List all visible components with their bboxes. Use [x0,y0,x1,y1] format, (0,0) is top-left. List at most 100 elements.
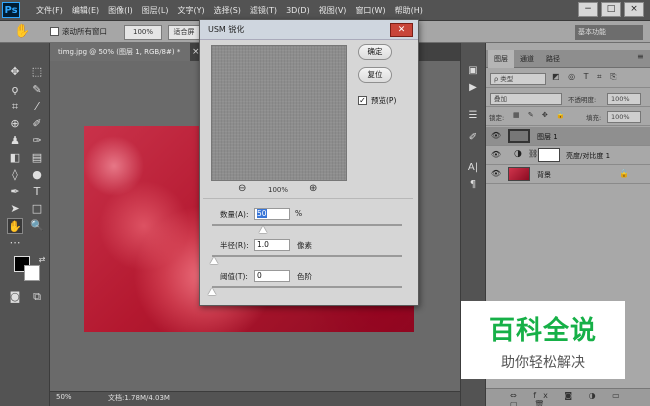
menu-edit[interactable]: 编辑(E) [68,0,104,21]
paragraph-panel-icon[interactable]: ¶ [464,177,482,193]
radius-input[interactable]: 1.0 [254,239,290,251]
eye-icon[interactable]: 👁 [490,131,502,140]
history-brush-tool-icon[interactable]: ✑ [29,133,45,149]
actions-panel-icon[interactable]: ▶ [464,80,482,96]
blend-mode-select[interactable]: 叠加 [490,93,562,105]
menu-image[interactable]: 图像(I) [104,0,138,21]
watermark-title: 百科全说 [488,316,597,346]
fit-screen-button[interactable]: 适合屏 [168,25,200,40]
pen-tool-icon[interactable]: ✒ [7,184,23,200]
layer-name[interactable]: 亮度/对比度 1 [566,151,610,161]
scroll-all-windows-checkbox[interactable] [50,27,59,36]
hand-tool-icon[interactable]: ✋ [14,24,30,39]
amount-input[interactable]: 50 [254,208,290,220]
character-panel-icon[interactable]: A| [464,160,482,176]
filter-preview[interactable] [211,45,347,181]
move-tool-icon[interactable]: ✥ [7,64,23,80]
document-size-status: 文档:1.78M/4.03M [108,394,170,402]
zoom-level-status[interactable]: 50% [56,393,72,401]
tab-channels[interactable]: 通道 [514,50,540,68]
history-panel-icon[interactable]: ▣ [464,63,482,79]
swap-colors-icon[interactable]: ⇄ [34,252,50,268]
menu-view[interactable]: 视图(V) [315,0,352,21]
document-tab-title: timg.jpg @ 50% (图层 1, RGB/8#) * [58,48,181,56]
menu-filter[interactable]: 滤镜(T) [246,0,282,21]
fill-input[interactable]: 100% [607,111,641,123]
layer-kind-filter[interactable]: ρ 类型 [490,73,546,85]
zoom-out-icon[interactable]: ⊖ [238,183,246,194]
eyedropper-tool-icon[interactable]: ⁄ [29,99,45,115]
lock-icon: 🔒 [619,169,629,178]
screen-mode-icon[interactable]: ⧉ [29,289,45,305]
radius-slider-track[interactable] [212,255,402,257]
workspace-select[interactable]: 基本功能 [575,25,643,40]
adjustment-layer-icon: ◑ [514,149,522,159]
close-window-button[interactable]: × [624,2,644,17]
type-tool-icon[interactable]: T [29,184,45,200]
preview-label: 预览(P) [371,96,397,105]
layer-name[interactable]: 图层 1 [537,132,558,142]
layer-footer-icons[interactable]: ⇔ fx ◙ ◑ ▭ ▢ 🗑 [510,391,650,406]
radius-slider-thumb[interactable] [209,257,218,264]
healing-brush-tool-icon[interactable]: ⊕ [7,116,23,132]
menu-help[interactable]: 帮助(H) [391,0,428,21]
document-tab[interactable]: timg.jpg @ 50% (图层 1, RGB/8#) * [50,43,190,61]
opacity-input[interactable]: 100% [607,93,641,105]
amount-value: 50 [257,209,267,218]
layer-thumbnail [508,129,530,143]
menu-3d[interactable]: 3D(D) [282,0,315,21]
rectangle-tool-icon[interactable]: □ [29,201,45,217]
amount-slider-thumb[interactable] [259,226,268,233]
layer-filter-icons[interactable]: ◩ ◎ T ⌗ ⎘ [552,72,620,82]
quick-mask-icon[interactable]: ◙ [7,289,23,305]
minimize-button[interactable]: − [578,2,598,17]
eye-icon[interactable]: 👁 [490,150,502,159]
lasso-tool-icon[interactable]: ϙ [7,82,23,98]
quick-select-tool-icon[interactable]: ✎ [29,82,45,98]
preview-checkbox[interactable]: ✓ [358,96,367,105]
menu-select[interactable]: 选择(S) [210,0,246,21]
menu-type[interactable]: 文字(Y) [173,0,209,21]
menu-file[interactable]: 文件(F) [32,0,68,21]
lock-icons[interactable]: ▦ ✎ ✥ 🔒 [513,111,568,119]
layer-thumbnail [508,167,530,181]
properties-panel-icon[interactable]: ☰ [464,108,482,124]
clone-stamp-tool-icon[interactable]: ♟ [7,133,23,149]
threshold-input[interactable]: 0 [254,270,290,282]
amount-label: 数量(A): [220,210,249,219]
ok-button[interactable]: 确定 [358,44,392,60]
zoom-100-button[interactable]: 100% [124,25,162,40]
gradient-tool-icon[interactable]: ▤ [29,150,45,166]
tab-layers[interactable]: 图层 [488,50,514,68]
zoom-tool-icon[interactable]: 🔍 [29,218,45,234]
threshold-slider-track[interactable] [212,286,402,288]
panel-menu-icon[interactable]: ≡ [637,52,644,61]
amount-unit: % [295,209,303,218]
blur-tool-icon[interactable]: ◊ [7,167,23,183]
threshold-label: 阈值(T): [220,272,248,281]
opacity-label: 不透明度: [568,96,597,104]
threshold-slider-thumb[interactable] [208,288,216,295]
restore-button[interactable]: □ [601,2,621,17]
menu-list: 文件(F) 编辑(E) 图像(I) 图层(L) 文字(Y) 选择(S) 滤镜(T… [32,0,428,21]
lock-label: 锁定: [489,114,505,122]
marquee-tool-icon[interactable]: ⬚ [29,64,45,80]
zoom-in-icon[interactable]: ⊕ [309,183,317,194]
amount-slider-track[interactable] [212,224,402,226]
eye-icon[interactable]: 👁 [490,169,502,178]
crop-tool-icon[interactable]: ⌗ [7,99,23,115]
brush-tool-icon[interactable]: ✐ [29,116,45,132]
tab-paths[interactable]: 路径 [540,50,566,68]
eraser-tool-icon[interactable]: ◧ [7,150,23,166]
menu-layer[interactable]: 图层(L) [138,0,174,21]
mask-link-icon[interactable]: ⛓ [528,149,538,158]
dodge-tool-icon[interactable]: ● [29,167,45,183]
layer-name[interactable]: 背景 [537,170,551,180]
menu-window[interactable]: 窗口(W) [351,0,390,21]
reset-button[interactable]: 复位 [358,67,392,83]
dialog-close-button[interactable]: ✕ [390,23,413,37]
path-select-tool-icon[interactable]: ➤ [7,201,23,217]
brush-panel-icon[interactable]: ✐ [464,130,482,146]
hand-tool-selected-icon[interactable]: ✋ [7,218,23,234]
more-tools-icon[interactable]: ⋯ [7,235,23,251]
